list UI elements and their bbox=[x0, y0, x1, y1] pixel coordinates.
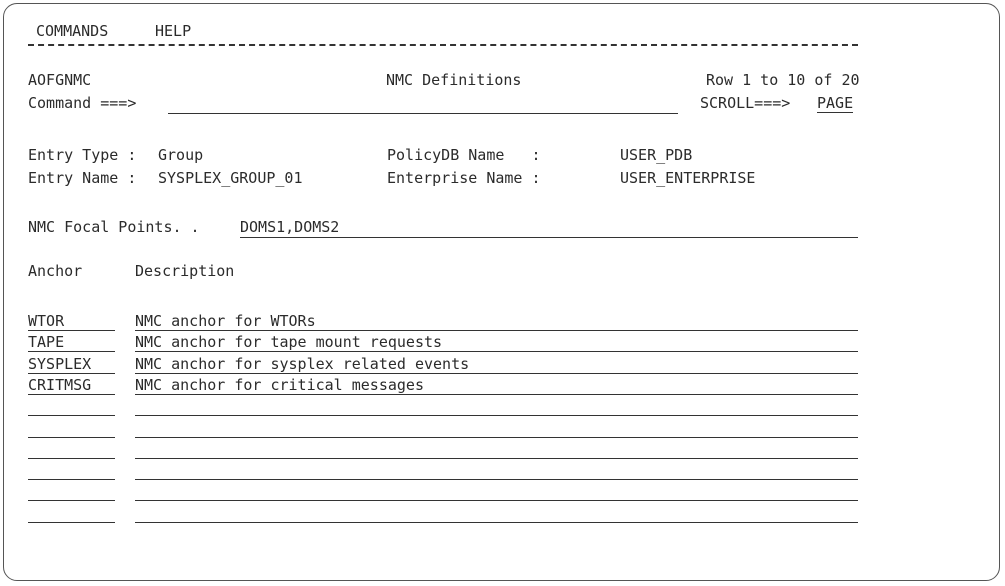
anchor-input-underline bbox=[28, 415, 115, 416]
description-input-underline bbox=[135, 522, 858, 523]
column-header-description: Description bbox=[135, 262, 235, 280]
anchor-input-underline bbox=[28, 330, 115, 331]
anchor-input-underline bbox=[28, 522, 115, 523]
description-input[interactable]: NMC anchor for sysplex related events bbox=[135, 355, 469, 373]
description-input-underline bbox=[135, 500, 858, 501]
panel-frame bbox=[3, 3, 1000, 581]
anchor-input-underline bbox=[28, 437, 115, 438]
description-input-underline bbox=[135, 458, 858, 459]
focal-points-label: NMC Focal Points. . bbox=[28, 218, 200, 236]
description-input-underline bbox=[135, 373, 858, 374]
row-info: Row 1 to 10 of 20 bbox=[706, 71, 860, 89]
entry-name-label: Entry Name : bbox=[28, 169, 137, 187]
entry-type-value: Group bbox=[158, 146, 204, 164]
description-input[interactable]: NMC anchor for WTORs bbox=[135, 312, 316, 330]
enterprise-label: Enterprise Name : bbox=[387, 169, 541, 187]
scroll-input[interactable]: PAGE bbox=[817, 94, 854, 113]
anchor-input-underline bbox=[28, 373, 115, 374]
anchor-input-underline bbox=[28, 479, 115, 480]
column-header-anchor: Anchor bbox=[28, 262, 83, 280]
menu-help[interactable]: HELP bbox=[155, 22, 191, 40]
description-input[interactable]: NMC anchor for tape mount requests bbox=[135, 333, 442, 351]
menu-commands[interactable]: COMMANDS bbox=[36, 22, 108, 40]
anchor-input-underline bbox=[28, 351, 115, 352]
description-input-underline bbox=[135, 330, 858, 331]
focal-points-input[interactable]: DOMS1,DOMS2 bbox=[240, 218, 339, 236]
description-input-underline bbox=[135, 437, 858, 438]
separator-line bbox=[28, 44, 858, 46]
anchor-input-underline bbox=[28, 394, 115, 395]
anchor-input[interactable]: WTOR bbox=[28, 312, 64, 330]
command-label: Command ===> bbox=[28, 94, 137, 112]
anchor-input[interactable]: CRITMSG bbox=[28, 376, 91, 394]
anchor-input[interactable]: TAPE bbox=[28, 333, 64, 351]
anchor-input-underline bbox=[28, 500, 115, 501]
description-input-underline bbox=[135, 415, 858, 416]
anchor-input-underline bbox=[28, 458, 115, 459]
description-input-underline bbox=[135, 479, 858, 480]
policydb-value: USER_PDB bbox=[620, 146, 693, 164]
description-input[interactable]: NMC anchor for critical messages bbox=[135, 376, 424, 394]
description-input-underline bbox=[135, 351, 858, 352]
description-input-underline bbox=[135, 394, 858, 395]
command-input-underline bbox=[168, 113, 678, 114]
scroll-label: SCROLL===> bbox=[700, 94, 791, 112]
entry-name-value: SYSPLEX_GROUP_01 bbox=[158, 169, 303, 187]
anchor-input[interactable]: SYSPLEX bbox=[28, 355, 91, 373]
policydb-label: PolicyDB Name : bbox=[387, 146, 541, 164]
enterprise-value: USER_ENTERPRISE bbox=[620, 169, 756, 187]
focal-points-underline bbox=[240, 237, 858, 238]
panel-id: AOFGNMC bbox=[28, 71, 92, 89]
page-title: NMC Definitions bbox=[386, 71, 522, 89]
entry-type-label: Entry Type : bbox=[28, 146, 137, 164]
